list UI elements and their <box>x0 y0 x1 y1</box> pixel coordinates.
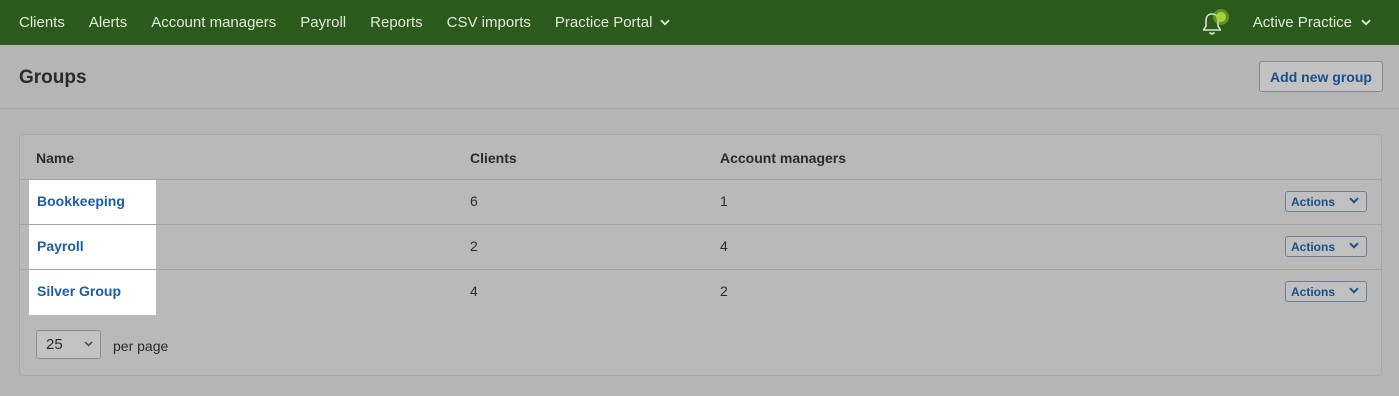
actions-dropdown[interactable]: Actions <box>1285 191 1367 212</box>
practice-switcher[interactable]: Active Practice <box>1253 14 1371 31</box>
group-link-bookkeeping[interactable]: Bookkeeping <box>37 193 125 209</box>
per-page-value: 25 <box>46 336 63 353</box>
top-navigation: Clients Alerts Account managers Payroll … <box>0 0 1399 45</box>
practice-label: Active Practice <box>1252 14 1352 31</box>
group-link-silver-group[interactable]: Silver Group <box>37 283 121 299</box>
table-row: Silver Group 4 2 Actions <box>20 270 1381 315</box>
nav-item-label: CSV imports <box>446 14 531 31</box>
page-title: Groups <box>19 67 87 88</box>
table-row: Bookkeeping 6 1 Actions <box>20 180 1381 225</box>
chevron-down-icon <box>1349 197 1359 204</box>
nav-right: Active Practice <box>1201 0 1371 45</box>
actions-label: Actions <box>1291 284 1336 299</box>
per-page-select[interactable]: 25 <box>36 330 101 359</box>
column-header-account-managers: Account managers <box>720 150 847 166</box>
groups-table-card: Name Clients Account managers Bookkeepin… <box>19 134 1382 376</box>
actions-dropdown[interactable]: Actions <box>1285 236 1367 257</box>
clients-count: 2 <box>470 238 478 254</box>
nav-item-practice-portal[interactable]: Practice Portal <box>555 0 671 45</box>
per-page-label: per page <box>113 338 169 354</box>
nav-item-label: Clients <box>19 14 65 31</box>
table-row: Payroll 2 4 Actions <box>20 225 1381 270</box>
nav-item-label: Reports <box>370 14 423 31</box>
nav-item-csv-imports[interactable]: CSV imports <box>447 0 531 45</box>
page-header: Groups Add new group <box>0 45 1399 109</box>
notifications-button[interactable] <box>1201 8 1227 38</box>
nav-item-reports[interactable]: Reports <box>370 0 423 45</box>
notification-dot <box>1215 11 1226 22</box>
chevron-down-icon <box>1349 287 1359 294</box>
actions-dropdown[interactable]: Actions <box>1285 281 1367 302</box>
nav-item-account-managers[interactable]: Account managers <box>151 0 276 45</box>
nav-item-payroll[interactable]: Payroll <box>300 0 346 45</box>
chevron-down-icon <box>1361 19 1371 26</box>
nav-item-alerts[interactable]: Alerts <box>89 0 127 45</box>
actions-label: Actions <box>1291 239 1336 254</box>
nav-item-label: Payroll <box>300 14 347 31</box>
nav-item-label: Practice Portal <box>554 14 653 31</box>
chevron-down-icon <box>84 341 93 347</box>
account-managers-count: 4 <box>720 238 728 254</box>
nav-items: Clients Alerts Account managers Payroll … <box>0 0 694 45</box>
chevron-down-icon <box>1349 242 1359 249</box>
column-header-name: Name <box>36 150 75 166</box>
add-new-group-button[interactable]: Add new group <box>1259 61 1383 92</box>
actions-label: Actions <box>1291 194 1336 209</box>
nav-item-clients[interactable]: Clients <box>19 0 65 45</box>
chevron-down-icon <box>660 19 671 26</box>
clients-count: 4 <box>470 283 478 299</box>
group-link-payroll[interactable]: Payroll <box>37 238 84 254</box>
nav-item-label: Alerts <box>88 14 128 31</box>
nav-item-label: Account managers <box>151 14 277 31</box>
account-managers-count: 1 <box>720 193 728 209</box>
clients-count: 6 <box>470 193 478 209</box>
account-managers-count: 2 <box>720 283 728 299</box>
column-header-clients: Clients <box>470 150 517 166</box>
